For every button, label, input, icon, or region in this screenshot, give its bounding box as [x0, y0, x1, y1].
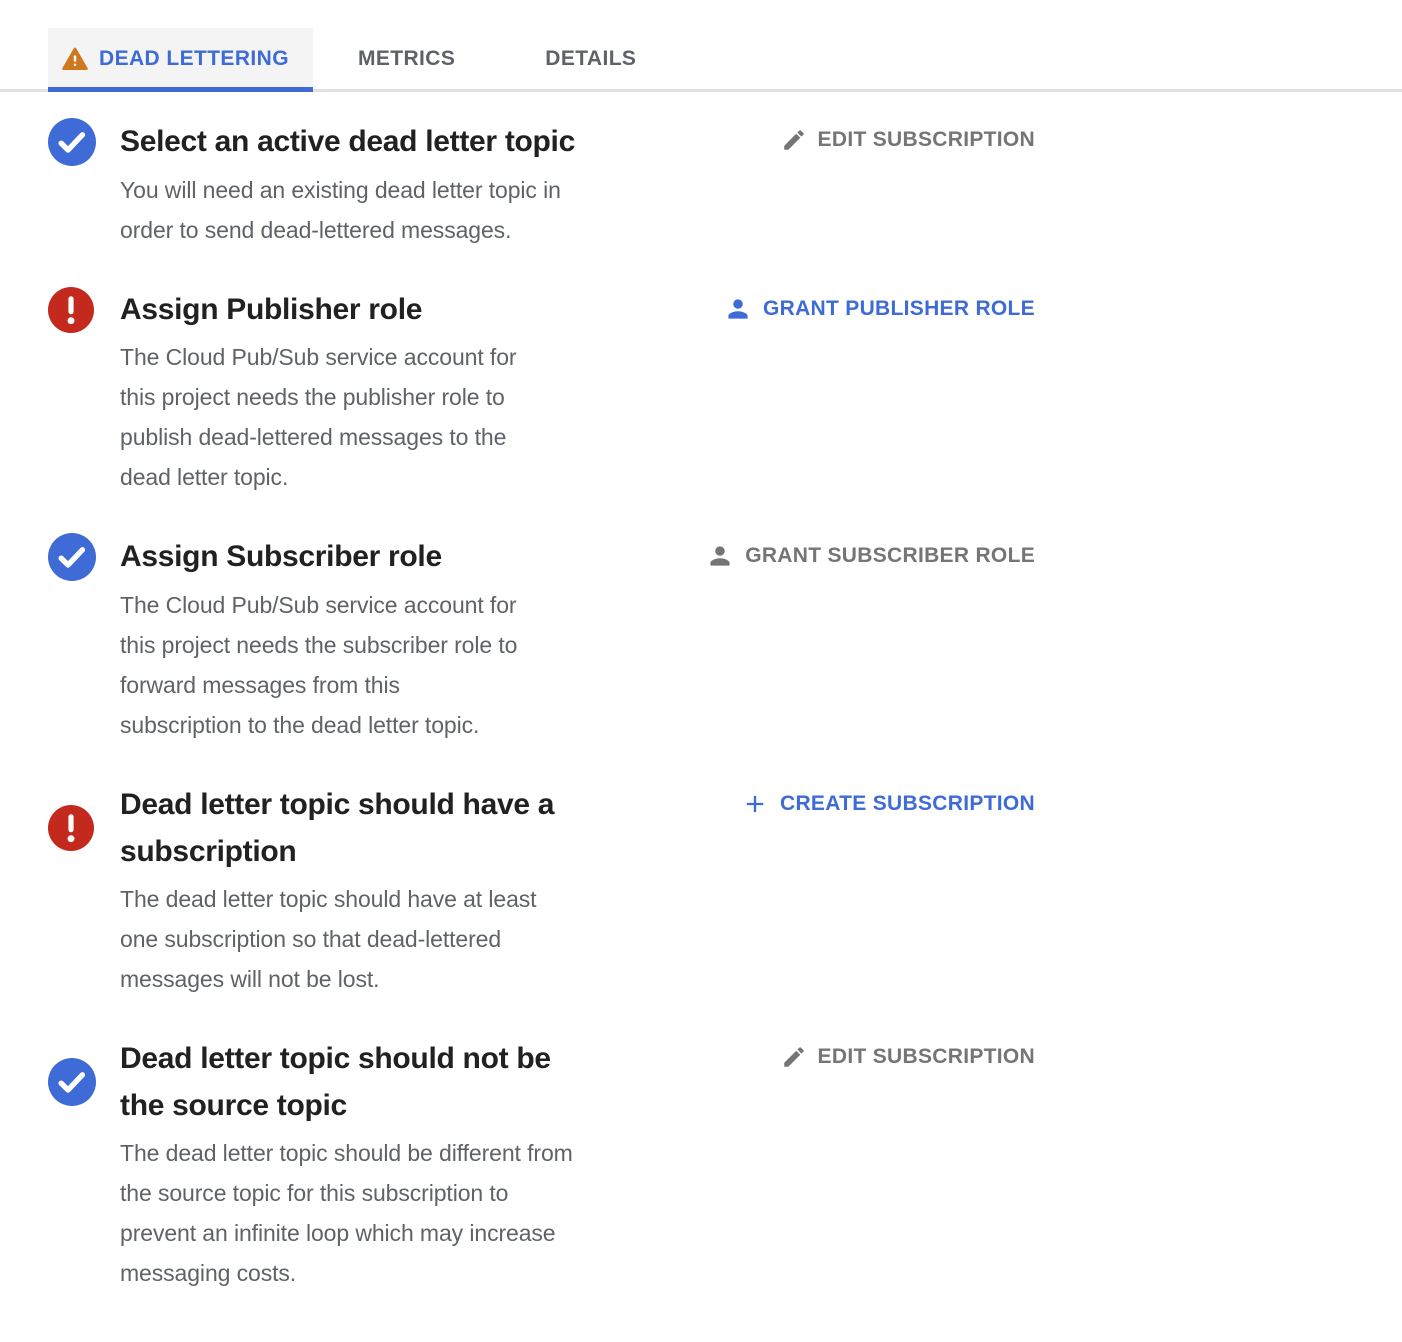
check-description: The Cloud Pub/Sub service account for th… — [120, 592, 518, 738]
plus-icon — [741, 790, 769, 818]
tab-label: DETAILS — [545, 46, 637, 70]
check-item-assign-publisher-role: Assign Publisher role The Cloud Pub/Sub … — [48, 286, 1035, 497]
check-description: The Cloud Pub/Sub service account for th… — [120, 344, 517, 490]
check-circle-icon — [48, 533, 96, 581]
action-label: EDIT SUBSCRIPTION — [817, 128, 1035, 151]
error-circle-icon — [48, 805, 94, 851]
check-description: The dead letter topic should have at lea… — [120, 886, 537, 992]
grant-publisher-role-button[interactable]: GRANT PUBLISHER ROLE — [724, 295, 1035, 323]
create-subscription-button[interactable]: CREATE SUBSCRIPTION — [741, 790, 1035, 818]
warning-triangle-icon — [62, 47, 88, 71]
error-circle-icon — [48, 286, 94, 333]
edit-pencil-icon — [781, 1044, 807, 1070]
check-item-dead-letter-not-source-topic: Dead letter topic should not be the sour… — [48, 1035, 1035, 1293]
action-label: EDIT SUBSCRIPTION — [817, 1045, 1035, 1068]
tab-label: METRICS — [357, 46, 456, 70]
check-item-dead-letter-topic-subscription: Dead letter topic should have a subscrip… — [48, 781, 1035, 999]
person-icon — [724, 295, 752, 323]
person-icon — [706, 542, 734, 570]
tab-details[interactable]: DETAILS — [500, 28, 681, 89]
edit-subscription-button[interactable]: EDIT SUBSCRIPTION — [781, 127, 1035, 153]
tab-metrics[interactable]: METRICS — [313, 28, 500, 89]
check-item-assign-subscriber-role: Assign Subscriber role The Cloud Pub/Sub… — [48, 533, 1035, 745]
check-circle-icon — [48, 1058, 96, 1106]
check-description: The dead letter topic should be differen… — [120, 1140, 573, 1286]
action-label: GRANT PUBLISHER ROLE — [762, 297, 1035, 320]
tab-label: DEAD LETTERING — [99, 46, 289, 70]
edit-subscription-button[interactable]: EDIT SUBSCRIPTION — [781, 1044, 1035, 1070]
action-label: CREATE SUBSCRIPTION — [780, 792, 1035, 815]
check-circle-icon — [48, 118, 96, 166]
dead-lettering-checklist: Select an active dead letter topic You w… — [0, 92, 1402, 1293]
tab-dead-lettering[interactable]: DEAD LETTERING — [48, 28, 313, 92]
check-description: You will need an existing dead letter to… — [120, 177, 561, 243]
check-item-select-dead-letter-topic: Select an active dead letter topic You w… — [48, 118, 1035, 250]
edit-pencil-icon — [781, 127, 807, 153]
action-label: GRANT SUBSCRIBER ROLE — [745, 544, 1035, 567]
grant-subscriber-role-button[interactable]: GRANT SUBSCRIBER ROLE — [706, 542, 1035, 570]
tab-bar: DEAD LETTERING METRICS DETAILS — [0, 28, 1402, 92]
